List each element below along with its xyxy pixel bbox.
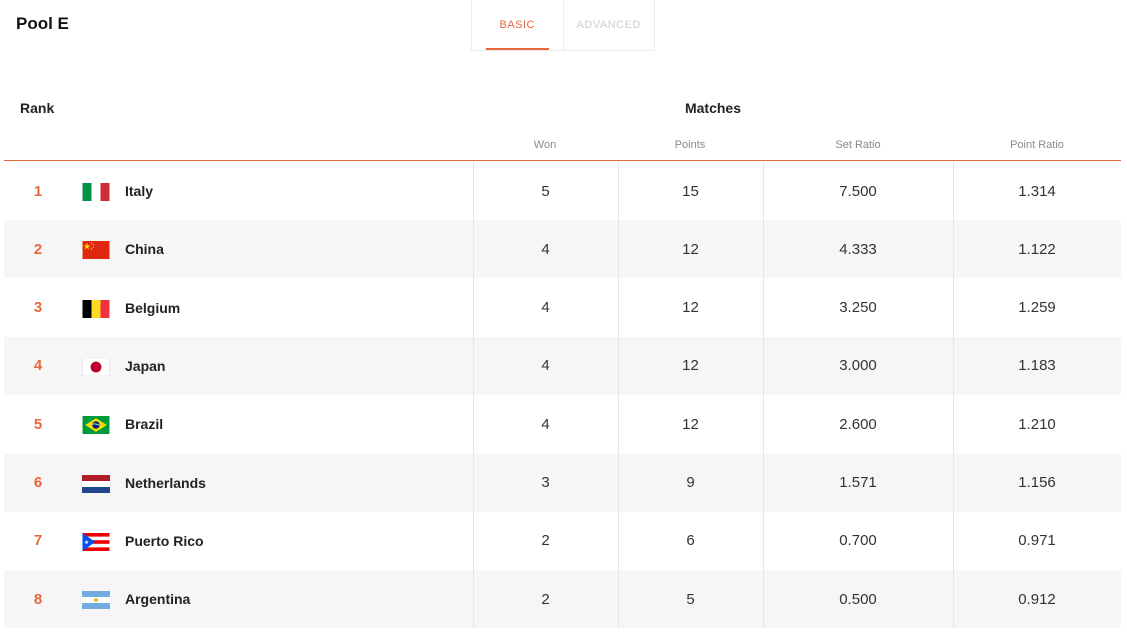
points-column-header[interactable]: Points <box>650 139 730 151</box>
rank-value: 1 <box>33 182 43 200</box>
puerto-rico-flag-icon <box>82 532 110 551</box>
points-value: 6 <box>686 532 695 550</box>
country-name[interactable]: Netherlands <box>125 454 206 512</box>
point-ratio-value: 1.210 <box>1018 415 1056 433</box>
points-value: 12 <box>682 299 699 317</box>
country-name[interactable]: Puerto Rico <box>125 512 204 570</box>
country-name[interactable]: Brazil <box>125 395 163 453</box>
country-name[interactable]: Italy <box>125 162 153 220</box>
tab-advanced[interactable]: ADVANCED <box>562 0 655 50</box>
points-value: 12 <box>682 357 699 375</box>
point-ratio-value: 1.314 <box>1018 182 1056 200</box>
rank-value: 7 <box>33 532 43 550</box>
belgium-flag-icon <box>82 299 110 318</box>
column-divider <box>473 162 474 628</box>
set-ratio-value: 3.000 <box>839 357 877 375</box>
won-value: 4 <box>541 240 550 258</box>
points-value: 12 <box>682 240 699 258</box>
point-ratio-column-header[interactable]: Point Ratio <box>987 139 1087 151</box>
netherlands-flag-icon <box>82 474 110 493</box>
country-name[interactable]: China <box>125 220 164 278</box>
country-name[interactable]: Belgium <box>125 279 180 337</box>
set-ratio-value: 1.571 <box>839 474 877 491</box>
japan-flag-icon <box>82 357 110 376</box>
won-value: 4 <box>541 299 550 317</box>
point-ratio-value: 1.156 <box>1018 474 1056 491</box>
won-value: 4 <box>541 357 550 375</box>
set-ratio-value: 2.600 <box>839 415 877 433</box>
china-flag-icon <box>82 241 110 260</box>
column-divider <box>953 162 954 628</box>
header-divider <box>4 160 1121 161</box>
won-value: 2 <box>541 590 550 608</box>
rank-header: Rank <box>20 100 55 116</box>
point-ratio-value: 0.971 <box>1018 532 1056 550</box>
points-value: 9 <box>686 474 695 491</box>
view-tabs: BASIC ADVANCED <box>471 0 655 51</box>
rank-value: 3 <box>33 299 43 317</box>
rank-value: 4 <box>33 357 43 375</box>
point-ratio-value: 1.122 <box>1018 240 1056 258</box>
won-column-header[interactable]: Won <box>505 139 585 151</box>
matches-header: Matches <box>684 100 742 116</box>
rank-value: 5 <box>33 415 43 433</box>
set-ratio-column-header[interactable]: Set Ratio <box>808 139 908 151</box>
pool-title: Pool E <box>16 14 69 33</box>
rank-value: 6 <box>33 474 43 491</box>
argentina-flag-icon <box>82 591 110 610</box>
set-ratio-value: 0.500 <box>839 590 877 608</box>
tab-basic[interactable]: BASIC <box>472 0 563 50</box>
rank-value: 2 <box>33 240 43 258</box>
set-ratio-value: 7.500 <box>839 182 877 200</box>
point-ratio-value: 0.912 <box>1018 590 1056 608</box>
won-value: 4 <box>541 415 550 433</box>
points-value: 15 <box>682 182 699 200</box>
brazil-flag-icon <box>82 416 110 435</box>
points-value: 5 <box>686 590 695 608</box>
won-value: 5 <box>541 182 550 200</box>
column-divider <box>763 162 764 628</box>
set-ratio-value: 3.250 <box>839 299 877 317</box>
won-value: 2 <box>541 532 550 550</box>
column-divider <box>618 162 619 628</box>
country-name[interactable]: Argentina <box>125 570 190 628</box>
country-name[interactable]: Japan <box>125 337 165 395</box>
points-value: 12 <box>682 415 699 433</box>
point-ratio-value: 1.183 <box>1018 357 1056 375</box>
set-ratio-value: 4.333 <box>839 240 877 258</box>
rank-value: 8 <box>33 590 43 608</box>
set-ratio-value: 0.700 <box>839 532 877 550</box>
won-value: 3 <box>541 474 550 491</box>
point-ratio-value: 1.259 <box>1018 299 1056 317</box>
italy-flag-icon <box>82 183 110 201</box>
